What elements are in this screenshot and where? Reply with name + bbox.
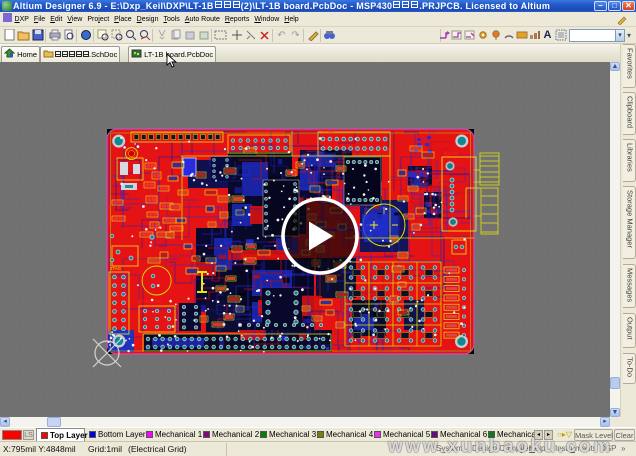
svg-text:P4-232: P4-232 — [444, 151, 459, 156]
svg-text:24-NB: 24-NB — [452, 236, 465, 241]
svg-text:CF-PC1000: CF-PC1000 — [138, 299, 162, 304]
svg-text:JTAG: JTAG — [110, 266, 122, 271]
svg-text:12bat: 12bat — [322, 129, 335, 135]
